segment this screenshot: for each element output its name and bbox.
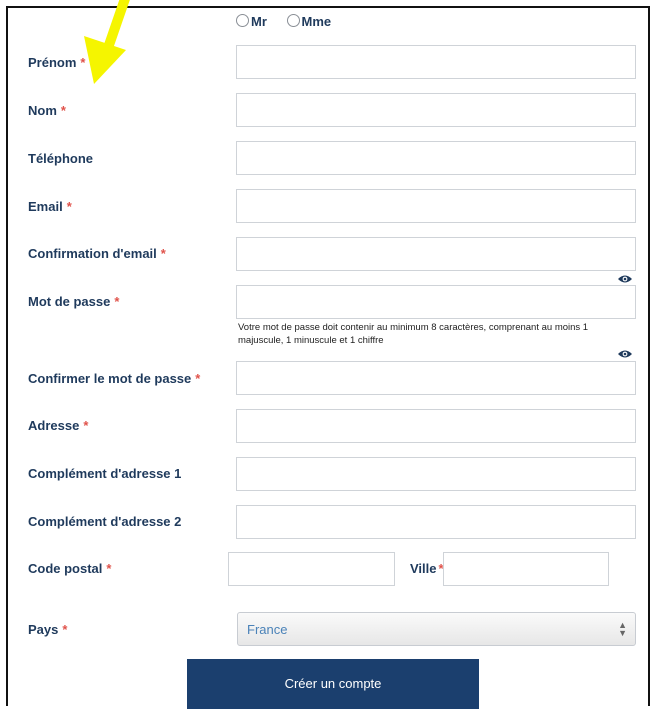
create-account-button[interactable]: Créer un compte (187, 659, 479, 709)
address-complement-1-input[interactable] (236, 457, 636, 491)
address-label: Adresse * (28, 418, 89, 433)
postal-code-label: Code postal * (28, 561, 112, 576)
password-confirm-label: Confirmer le mot de passe * (28, 371, 201, 386)
radio-mme-label: Mme (301, 14, 332, 29)
radio-mr[interactable]: Mr (236, 14, 271, 29)
email-confirm-input[interactable] (236, 237, 636, 271)
email-label: Email * (28, 199, 72, 214)
email-confirm-label: Confirmation d'email * (28, 246, 166, 261)
address-complement-2-label: Complément d'adresse 2 (28, 514, 182, 529)
telephone-label: Téléphone (28, 151, 94, 166)
password-label: Mot de passe * (28, 294, 120, 309)
city-input[interactable] (443, 552, 609, 586)
radio-mr-label: Mr (251, 14, 267, 29)
select-arrows-icon: ▲ ▼ (618, 620, 627, 638)
prenom-label: Prénom * (28, 55, 86, 70)
yellow-annotation-arrow (84, 0, 130, 84)
address-input[interactable] (236, 409, 636, 443)
country-select-value: France (247, 622, 288, 637)
eye-icon[interactable] (617, 348, 633, 360)
nom-input[interactable] (236, 93, 636, 127)
password-hint: Votre mot de passe doit contenir au mini… (238, 322, 589, 346)
telephone-input[interactable] (236, 141, 636, 175)
country-label: Pays * (28, 622, 68, 637)
address-complement-2-input[interactable] (236, 505, 636, 539)
radio-mr-circle[interactable] (236, 14, 249, 27)
civility-radio-group: Mr Mme (236, 14, 347, 29)
postal-code-input[interactable] (228, 552, 395, 586)
radio-mme-circle[interactable] (286, 14, 300, 27)
eye-icon[interactable] (617, 273, 633, 285)
city-label: Ville * (410, 561, 444, 576)
radio-mme[interactable]: Mme (286, 14, 332, 29)
password-input[interactable] (236, 285, 636, 319)
address-complement-1-label: Complément d'adresse 1 (28, 466, 182, 481)
email-input[interactable] (236, 189, 636, 223)
password-confirm-input[interactable] (236, 361, 636, 395)
nom-label: Nom * (28, 103, 66, 118)
country-select[interactable]: France ▲ ▼ (237, 612, 636, 646)
prenom-input[interactable] (236, 45, 636, 79)
